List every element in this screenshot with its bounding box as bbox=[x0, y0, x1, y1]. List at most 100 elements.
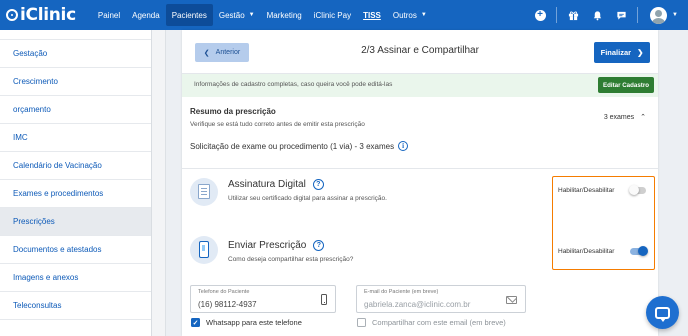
send-title: Enviar Prescrição ? bbox=[228, 240, 325, 251]
summary-title: Resumo da prescrição bbox=[190, 107, 276, 116]
share-email-label: Compartilhar com este email (em breve) bbox=[372, 318, 506, 327]
notification-bell-icon[interactable] bbox=[587, 5, 607, 25]
sidebar-item-gestacao[interactable]: Gestação bbox=[0, 40, 151, 68]
sidebar-item-crescimento[interactable]: Crescimento bbox=[0, 68, 151, 96]
signature-toggle-row: Habilitar/Desabilitar bbox=[558, 185, 646, 195]
share-email-option[interactable]: Compartilhar com este email (em breve) bbox=[357, 318, 506, 327]
nav-label: Pacientes bbox=[171, 10, 207, 20]
nav-pacientes[interactable]: Pacientes bbox=[165, 4, 213, 26]
whatsapp-checkbox[interactable]: ✓ bbox=[191, 318, 200, 327]
finish-button[interactable]: Finalizar ❯ bbox=[594, 42, 650, 63]
nav-agenda[interactable]: Agenda bbox=[126, 4, 166, 26]
finish-button-label: Finalizar bbox=[600, 48, 632, 57]
chevron-down-icon: ▼ bbox=[248, 12, 255, 18]
sidebar-item-label: Gestação bbox=[13, 49, 48, 58]
brand-name: iClinic bbox=[20, 5, 76, 25]
main-nav: Painel Agenda Pacientes Gestão ▼ Marketin… bbox=[92, 0, 433, 30]
registration-notice: Informações de cadastro completas, caso … bbox=[182, 74, 658, 97]
whatsapp-label: Whatsapp para este telefone bbox=[206, 318, 302, 327]
section-divider bbox=[182, 168, 658, 169]
nav-label: Agenda bbox=[132, 10, 160, 20]
send-toggle[interactable] bbox=[630, 246, 648, 256]
step-title: 2/3 Assinar e Compartilhar bbox=[361, 45, 479, 56]
sidebar-item-label: Crescimento bbox=[13, 77, 58, 86]
sidebar-item-hidden[interactable] bbox=[0, 30, 151, 40]
exam-count-toggle[interactable]: 3 exames ⌃ bbox=[604, 113, 646, 121]
exam-request: Solicitação de exame ou procedimento (1 … bbox=[190, 141, 409, 151]
nav-outros[interactable]: Outros ▼ bbox=[387, 4, 433, 26]
sidebar-item-label: Prescrições bbox=[13, 217, 55, 226]
phone-field-value: (16) 98112-4937 bbox=[198, 300, 257, 309]
nav-label: TISS bbox=[363, 10, 381, 20]
nav-label: Painel bbox=[97, 10, 121, 20]
sidebar-item-orcamento[interactable]: orçamento bbox=[0, 96, 151, 124]
mail-icon bbox=[506, 294, 517, 304]
nav-iclinic-pay[interactable]: iClinic Pay bbox=[308, 4, 357, 26]
nav-marketing[interactable]: Marketing bbox=[261, 4, 308, 26]
divider bbox=[556, 7, 558, 23]
edit-registration-button[interactable]: Editar Cadastro bbox=[598, 77, 654, 93]
notice-text: Informações de cadastro completas, caso … bbox=[194, 81, 393, 88]
top-icons: + ▼ bbox=[528, 0, 688, 30]
signature-title-text: Assinatura Digital bbox=[228, 179, 306, 190]
exam-request-text: Solicitação de exame ou procedimento (1 … bbox=[190, 141, 395, 151]
chevron-up-icon: ⌃ bbox=[640, 114, 646, 121]
prescription-card: ❮ Anterior 2/3 Assinar e Compartilhar Fi… bbox=[182, 30, 658, 336]
sidebar-item-label: Calendário de Vacinação bbox=[13, 161, 102, 170]
email-field[interactable]: E-mail do Paciente (em breve) gabriela.z… bbox=[356, 285, 526, 313]
sidebar-item-label: Imagens e anexos bbox=[13, 273, 79, 282]
nav-painel[interactable]: Painel bbox=[92, 4, 126, 26]
whatsapp-option[interactable]: ✓ Whatsapp para este telefone bbox=[191, 318, 302, 327]
chevron-down-icon: ▼ bbox=[420, 12, 427, 18]
logo-icon bbox=[6, 9, 18, 21]
send-toggle-row: Habilitar/Desabilitar bbox=[558, 246, 648, 256]
chat-icon bbox=[655, 306, 670, 322]
main-content: ❮ Anterior 2/3 Assinar e Compartilhar Fi… bbox=[166, 30, 688, 336]
patient-sidebar: Gestação Crescimento orçamento IMC Calen… bbox=[0, 30, 152, 336]
top-navbar: iClinic Painel Agenda Pacientes Gestão ▼ … bbox=[0, 0, 688, 30]
user-avatar[interactable] bbox=[650, 6, 668, 24]
help-icon[interactable]: ? bbox=[313, 240, 325, 251]
sidebar-item-documentos[interactable]: Documentos e atestados bbox=[0, 236, 151, 264]
brand-logo[interactable]: iClinic bbox=[6, 5, 76, 25]
nav-label: Marketing bbox=[266, 10, 302, 20]
smartphone-icon bbox=[190, 236, 218, 264]
sidebar-item-label: Exames e procedimentos bbox=[13, 189, 104, 198]
sidebar-item-label: orçamento bbox=[13, 105, 51, 114]
nav-label: Gestão bbox=[218, 10, 245, 20]
step-header: ❮ Anterior 2/3 Assinar e Compartilhar Fi… bbox=[182, 30, 658, 74]
sidebar-item-label: Documentos e atestados bbox=[13, 245, 102, 254]
signature-toggle[interactable] bbox=[629, 185, 646, 195]
send-title-text: Enviar Prescrição bbox=[228, 240, 307, 251]
signature-toggle-label: Habilitar/Desabilitar bbox=[558, 187, 615, 194]
summary-subtitle: Verifique se está tudo correto antes de … bbox=[190, 121, 365, 128]
email-field-label: E-mail do Paciente (em breve) bbox=[364, 289, 439, 295]
gift-icon[interactable] bbox=[563, 5, 583, 25]
sidebar-scrollbar[interactable] bbox=[152, 30, 166, 336]
sidebar-item-teleconsultas[interactable]: Teleconsultas bbox=[0, 292, 151, 320]
signature-subtitle: Utilizar seu certificado digital para as… bbox=[228, 195, 387, 202]
messages-icon[interactable] bbox=[611, 5, 631, 25]
nav-label: Outros bbox=[392, 10, 417, 20]
nav-gestao[interactable]: Gestão ▼ bbox=[213, 4, 261, 26]
exam-count: 3 exames bbox=[603, 114, 635, 121]
add-icon[interactable]: + bbox=[530, 5, 550, 25]
sidebar-item-vacinacao[interactable]: Calendário de Vacinação bbox=[0, 152, 151, 180]
info-icon[interactable]: i bbox=[398, 141, 409, 151]
sidebar-item-imc[interactable]: IMC bbox=[0, 124, 151, 152]
sidebar-item-imagens[interactable]: Imagens e anexos bbox=[0, 264, 151, 292]
nav-label: iClinic Pay bbox=[313, 10, 352, 20]
signature-title: Assinatura Digital ? bbox=[228, 179, 324, 190]
nav-tiss[interactable]: TISS bbox=[357, 4, 387, 26]
sidebar-item-prescricoes[interactable]: Prescrições bbox=[0, 208, 151, 236]
sidebar-item-exames[interactable]: Exames e procedimentos bbox=[0, 180, 151, 208]
chat-button[interactable] bbox=[646, 296, 679, 329]
chevron-down-icon[interactable]: ▼ bbox=[672, 12, 678, 18]
phone-field[interactable]: Telefone do Paciente (16) 98112-4937 bbox=[190, 285, 336, 313]
phone-field-label: Telefone do Paciente bbox=[198, 289, 250, 295]
share-email-checkbox[interactable] bbox=[357, 318, 366, 327]
help-icon[interactable]: ? bbox=[312, 179, 324, 190]
phone-icon bbox=[321, 294, 327, 305]
send-subtitle: Como deseja compartilhar esta prescrição… bbox=[228, 256, 354, 263]
sidebar-item-label: IMC bbox=[13, 133, 28, 142]
